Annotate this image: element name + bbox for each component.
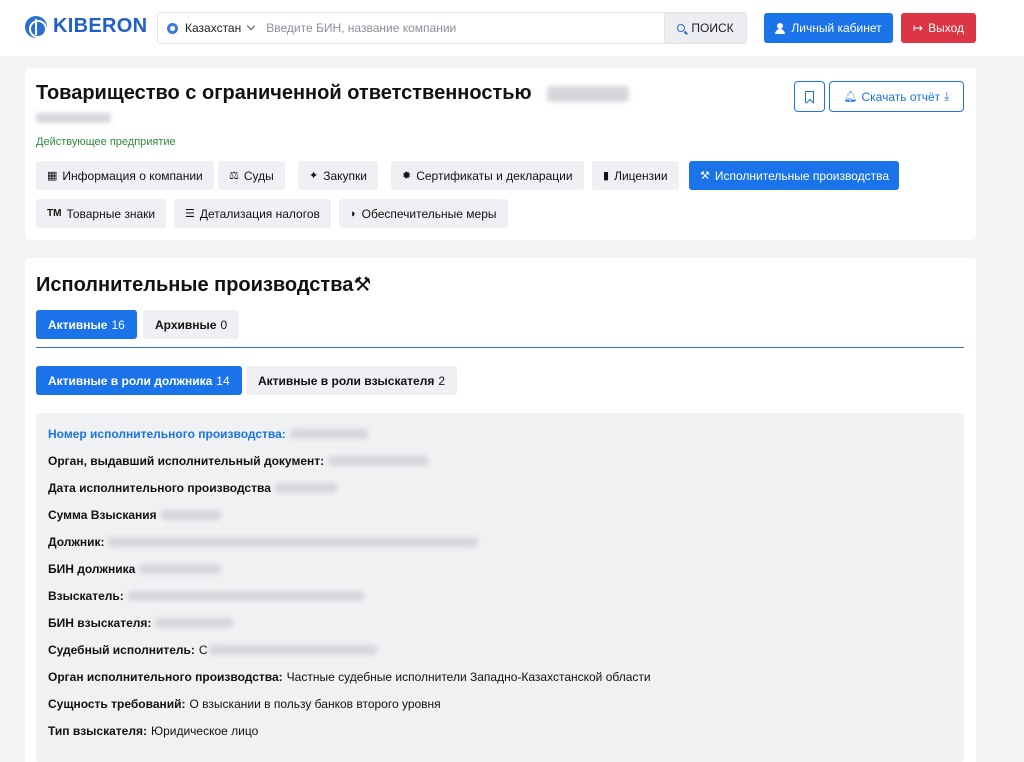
tab-company-info[interactable]: ▦ Информация о компании <box>36 161 214 190</box>
enforcement-record: Номер исполнительного производства: Орга… <box>36 413 964 762</box>
bookmark-button[interactable] <box>794 81 825 112</box>
field-amount: Сумма Взыскания <box>48 508 221 522</box>
tab-creditor-role[interactable]: Активные в роли взыскателя 2 <box>246 366 458 395</box>
company-bin-redacted <box>36 109 111 124</box>
sign-out-icon: ↦ <box>913 21 924 35</box>
logo-icon <box>25 15 47 38</box>
globe-icon <box>167 22 178 34</box>
field-creditor: Взыскатель: <box>48 589 364 603</box>
tab-active[interactable]: Активные 16 <box>36 310 137 339</box>
cabinet-button-label: Личный кабинет <box>791 21 882 35</box>
field-proceeding-number: Номер исполнительного производства: <box>48 427 368 441</box>
top-bar: KIBERON Казахстан ПОИСК Личный кабинет ↦… <box>0 0 1024 56</box>
country-label: Казахстан <box>185 21 242 35</box>
gavel-icon: ⚒︎ <box>353 274 372 296</box>
section-title: Исполнительные производства⚒︎ <box>36 274 372 296</box>
tab-security-measures[interactable]: ◗ Обеспечительные меры <box>339 199 508 228</box>
tab-debtor-role[interactable]: Активные в роли должника 14 <box>36 366 242 395</box>
tab-archive-count: 0 <box>220 317 228 332</box>
field-bailiff: Судебный исполнитель: С <box>48 643 377 657</box>
tab-certificates[interactable]: ✹ Сертификаты и декларации <box>391 161 584 190</box>
tab-trademarks[interactable]: TM Товарные знаки <box>36 199 167 228</box>
download-report-label: Скачать отчёт <box>861 89 941 104</box>
search-button-label: ПОИСК <box>691 21 734 35</box>
proceeding-number-link[interactable]: Номер исполнительного производства: <box>48 427 286 441</box>
tab-enforcement[interactable]: ⚒︎ Исполнительные производства <box>689 161 899 190</box>
bookmark-icon <box>805 90 814 103</box>
field-creditor-bin: БИН взыскателя: <box>48 616 234 630</box>
scales-icon: ⚖︎ <box>229 170 239 182</box>
search-input[interactable] <box>266 21 664 35</box>
bell-icon: 🔔︎ <box>843 91 858 103</box>
tab-archive[interactable]: Архивные 0 <box>143 310 240 339</box>
enforcement-card: Исполнительные производства⚒︎ Активные 1… <box>25 258 976 762</box>
tabs-divider <box>36 347 964 348</box>
search-button[interactable]: ПОИСК <box>664 13 746 43</box>
logo[interactable]: KIBERON <box>25 15 147 38</box>
company-title: Товарищество с ограниченной ответственно… <box>36 82 630 105</box>
company-title-text: Товарищество с ограниченной ответственно… <box>36 82 532 104</box>
handshake-icon: ✦ <box>309 170 319 182</box>
field-debtor: Должник: <box>48 535 479 549</box>
tab-licenses[interactable]: ▮ Лицензии <box>592 161 679 190</box>
download-icon: ⤓ <box>944 89 950 103</box>
document-icon: ▮ <box>603 170 610 182</box>
field-issuing-body: Орган, выдавший исполнительный документ: <box>48 454 429 468</box>
coins-icon: ☰ <box>185 208 195 220</box>
exit-button[interactable]: ↦ Выход <box>901 13 976 43</box>
tab-debtor-role-count: 14 <box>216 373 230 388</box>
field-creditor-type: Тип взыскателя: Юридическое лицо <box>48 724 259 738</box>
company-status: Действующее предприятие <box>36 136 176 148</box>
user-icon <box>775 22 786 34</box>
shield-icon: ◗ <box>350 207 357 220</box>
field-debtor-bin: БИН должника <box>48 562 222 576</box>
tab-tax-details[interactable]: ☰ Детализация налогов <box>174 199 331 228</box>
tab-active-count: 16 <box>111 317 125 332</box>
search-icon <box>677 24 686 32</box>
field-claim-essence: Сущность требований: О взыскании в польз… <box>48 697 441 711</box>
certificate-icon: ✹ <box>402 170 412 182</box>
logo-text: KIBERON <box>53 15 148 37</box>
country-select[interactable]: Казахстан <box>158 13 256 43</box>
download-report-button[interactable]: 🔔︎ Скачать отчёт ⤓ <box>829 81 964 112</box>
field-proceeding-date: Дата исполнительного производства <box>48 481 337 495</box>
trademark-icon: TM <box>47 208 62 219</box>
cabinet-button[interactable]: Личный кабинет <box>764 13 893 43</box>
company-name-redacted <box>547 85 630 102</box>
gavel-icon: ⚒︎ <box>700 170 710 182</box>
building-icon: ▦ <box>47 170 58 182</box>
chevron-down-icon <box>246 21 256 31</box>
tab-purchases[interactable]: ✦ Закупки <box>298 161 378 190</box>
tab-courts[interactable]: ⚖︎ Суды <box>218 161 285 190</box>
tab-creditor-role-count: 2 <box>438 373 446 388</box>
search-bar: Казахстан ПОИСК <box>157 12 747 44</box>
company-card: Товарищество с ограниченной ответственно… <box>25 68 976 240</box>
exit-button-label: Выход <box>928 21 964 35</box>
field-enforcement-body: Орган исполнительного производства: Част… <box>48 670 651 684</box>
